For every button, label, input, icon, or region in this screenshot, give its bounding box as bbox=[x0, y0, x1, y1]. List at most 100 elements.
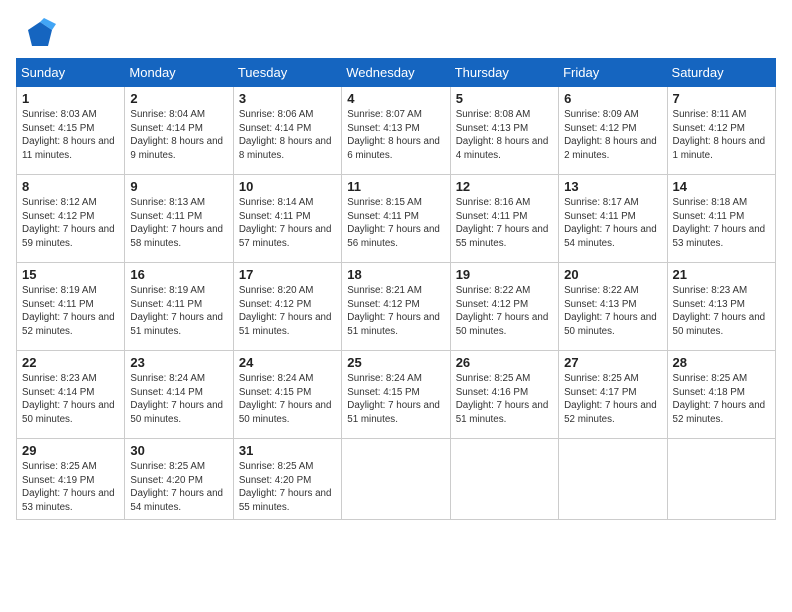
day-info: Sunrise: 8:07 AM Sunset: 4:13 PM Dayligh… bbox=[347, 108, 444, 163]
week-row-5: 29 Sunrise: 8:25 AM Sunset: 4:19 PM Dayl… bbox=[17, 439, 776, 520]
day-number: 21 bbox=[673, 267, 770, 282]
calendar-cell: 2 Sunrise: 8:04 AM Sunset: 4:14 PM Dayli… bbox=[125, 87, 233, 175]
day-info: Sunrise: 8:06 AM Sunset: 4:14 PM Dayligh… bbox=[239, 108, 336, 163]
day-info: Sunrise: 8:11 AM Sunset: 4:12 PM Dayligh… bbox=[673, 108, 770, 163]
calendar-cell: 11 Sunrise: 8:15 AM Sunset: 4:11 PM Dayl… bbox=[342, 175, 450, 263]
day-number: 17 bbox=[239, 267, 336, 282]
day-number: 5 bbox=[456, 91, 553, 106]
day-number: 13 bbox=[564, 179, 661, 194]
calendar-cell: 21 Sunrise: 8:23 AM Sunset: 4:13 PM Dayl… bbox=[667, 263, 775, 351]
day-number: 29 bbox=[22, 443, 119, 458]
day-number: 19 bbox=[456, 267, 553, 282]
day-number: 14 bbox=[673, 179, 770, 194]
day-info: Sunrise: 8:25 AM Sunset: 4:16 PM Dayligh… bbox=[456, 372, 553, 427]
logo-icon bbox=[24, 18, 56, 50]
week-row-1: 1 Sunrise: 8:03 AM Sunset: 4:15 PM Dayli… bbox=[17, 87, 776, 175]
day-info: Sunrise: 8:08 AM Sunset: 4:13 PM Dayligh… bbox=[456, 108, 553, 163]
weekday-header-row: SundayMondayTuesdayWednesdayThursdayFrid… bbox=[17, 59, 776, 87]
day-number: 23 bbox=[130, 355, 227, 370]
day-number: 1 bbox=[22, 91, 119, 106]
day-info: Sunrise: 8:22 AM Sunset: 4:12 PM Dayligh… bbox=[456, 284, 553, 339]
day-number: 24 bbox=[239, 355, 336, 370]
day-info: Sunrise: 8:09 AM Sunset: 4:12 PM Dayligh… bbox=[564, 108, 661, 163]
calendar-cell bbox=[450, 439, 558, 520]
calendar-cell: 19 Sunrise: 8:22 AM Sunset: 4:12 PM Dayl… bbox=[450, 263, 558, 351]
calendar-cell: 25 Sunrise: 8:24 AM Sunset: 4:15 PM Dayl… bbox=[342, 351, 450, 439]
day-info: Sunrise: 8:13 AM Sunset: 4:11 PM Dayligh… bbox=[130, 196, 227, 251]
weekday-thursday: Thursday bbox=[450, 59, 558, 87]
calendar-cell: 13 Sunrise: 8:17 AM Sunset: 4:11 PM Dayl… bbox=[559, 175, 667, 263]
calendar-cell: 1 Sunrise: 8:03 AM Sunset: 4:15 PM Dayli… bbox=[17, 87, 125, 175]
day-number: 3 bbox=[239, 91, 336, 106]
calendar-cell: 27 Sunrise: 8:25 AM Sunset: 4:17 PM Dayl… bbox=[559, 351, 667, 439]
day-info: Sunrise: 8:16 AM Sunset: 4:11 PM Dayligh… bbox=[456, 196, 553, 251]
day-info: Sunrise: 8:22 AM Sunset: 4:13 PM Dayligh… bbox=[564, 284, 661, 339]
day-info: Sunrise: 8:20 AM Sunset: 4:12 PM Dayligh… bbox=[239, 284, 336, 339]
day-number: 22 bbox=[22, 355, 119, 370]
day-number: 15 bbox=[22, 267, 119, 282]
day-number: 26 bbox=[456, 355, 553, 370]
day-info: Sunrise: 8:25 AM Sunset: 4:20 PM Dayligh… bbox=[130, 460, 227, 515]
calendar-cell: 17 Sunrise: 8:20 AM Sunset: 4:12 PM Dayl… bbox=[233, 263, 341, 351]
calendar-cell: 15 Sunrise: 8:19 AM Sunset: 4:11 PM Dayl… bbox=[17, 263, 125, 351]
day-number: 4 bbox=[347, 91, 444, 106]
calendar-cell: 9 Sunrise: 8:13 AM Sunset: 4:11 PM Dayli… bbox=[125, 175, 233, 263]
calendar-cell bbox=[342, 439, 450, 520]
day-info: Sunrise: 8:24 AM Sunset: 4:15 PM Dayligh… bbox=[347, 372, 444, 427]
logo bbox=[20, 18, 56, 50]
weekday-tuesday: Tuesday bbox=[233, 59, 341, 87]
calendar-cell: 24 Sunrise: 8:24 AM Sunset: 4:15 PM Dayl… bbox=[233, 351, 341, 439]
day-info: Sunrise: 8:23 AM Sunset: 4:13 PM Dayligh… bbox=[673, 284, 770, 339]
day-number: 18 bbox=[347, 267, 444, 282]
day-info: Sunrise: 8:25 AM Sunset: 4:18 PM Dayligh… bbox=[673, 372, 770, 427]
calendar-cell: 16 Sunrise: 8:19 AM Sunset: 4:11 PM Dayl… bbox=[125, 263, 233, 351]
weekday-sunday: Sunday bbox=[17, 59, 125, 87]
calendar-cell: 23 Sunrise: 8:24 AM Sunset: 4:14 PM Dayl… bbox=[125, 351, 233, 439]
day-info: Sunrise: 8:03 AM Sunset: 4:15 PM Dayligh… bbox=[22, 108, 119, 163]
calendar-cell: 22 Sunrise: 8:23 AM Sunset: 4:14 PM Dayl… bbox=[17, 351, 125, 439]
day-number: 25 bbox=[347, 355, 444, 370]
week-row-2: 8 Sunrise: 8:12 AM Sunset: 4:12 PM Dayli… bbox=[17, 175, 776, 263]
calendar-cell bbox=[667, 439, 775, 520]
week-row-3: 15 Sunrise: 8:19 AM Sunset: 4:11 PM Dayl… bbox=[17, 263, 776, 351]
day-info: Sunrise: 8:17 AM Sunset: 4:11 PM Dayligh… bbox=[564, 196, 661, 251]
day-info: Sunrise: 8:18 AM Sunset: 4:11 PM Dayligh… bbox=[673, 196, 770, 251]
calendar-cell: 12 Sunrise: 8:16 AM Sunset: 4:11 PM Dayl… bbox=[450, 175, 558, 263]
header bbox=[0, 0, 792, 58]
calendar-cell: 8 Sunrise: 8:12 AM Sunset: 4:12 PM Dayli… bbox=[17, 175, 125, 263]
day-info: Sunrise: 8:14 AM Sunset: 4:11 PM Dayligh… bbox=[239, 196, 336, 251]
day-info: Sunrise: 8:25 AM Sunset: 4:20 PM Dayligh… bbox=[239, 460, 336, 515]
calendar-cell bbox=[559, 439, 667, 520]
weekday-monday: Monday bbox=[125, 59, 233, 87]
day-info: Sunrise: 8:25 AM Sunset: 4:19 PM Dayligh… bbox=[22, 460, 119, 515]
page: SundayMondayTuesdayWednesdayThursdayFrid… bbox=[0, 0, 792, 612]
day-number: 11 bbox=[347, 179, 444, 194]
day-info: Sunrise: 8:15 AM Sunset: 4:11 PM Dayligh… bbox=[347, 196, 444, 251]
day-info: Sunrise: 8:19 AM Sunset: 4:11 PM Dayligh… bbox=[130, 284, 227, 339]
day-number: 27 bbox=[564, 355, 661, 370]
day-number: 20 bbox=[564, 267, 661, 282]
day-number: 6 bbox=[564, 91, 661, 106]
weekday-saturday: Saturday bbox=[667, 59, 775, 87]
calendar-cell: 10 Sunrise: 8:14 AM Sunset: 4:11 PM Dayl… bbox=[233, 175, 341, 263]
day-number: 8 bbox=[22, 179, 119, 194]
calendar-cell: 3 Sunrise: 8:06 AM Sunset: 4:14 PM Dayli… bbox=[233, 87, 341, 175]
day-info: Sunrise: 8:04 AM Sunset: 4:14 PM Dayligh… bbox=[130, 108, 227, 163]
weekday-wednesday: Wednesday bbox=[342, 59, 450, 87]
day-number: 7 bbox=[673, 91, 770, 106]
day-info: Sunrise: 8:24 AM Sunset: 4:14 PM Dayligh… bbox=[130, 372, 227, 427]
calendar-cell: 5 Sunrise: 8:08 AM Sunset: 4:13 PM Dayli… bbox=[450, 87, 558, 175]
calendar-cell: 20 Sunrise: 8:22 AM Sunset: 4:13 PM Dayl… bbox=[559, 263, 667, 351]
day-number: 31 bbox=[239, 443, 336, 458]
calendar-table: SundayMondayTuesdayWednesdayThursdayFrid… bbox=[16, 58, 776, 520]
day-number: 16 bbox=[130, 267, 227, 282]
day-info: Sunrise: 8:25 AM Sunset: 4:17 PM Dayligh… bbox=[564, 372, 661, 427]
day-info: Sunrise: 8:23 AM Sunset: 4:14 PM Dayligh… bbox=[22, 372, 119, 427]
calendar-cell: 4 Sunrise: 8:07 AM Sunset: 4:13 PM Dayli… bbox=[342, 87, 450, 175]
weekday-friday: Friday bbox=[559, 59, 667, 87]
calendar-cell: 28 Sunrise: 8:25 AM Sunset: 4:18 PM Dayl… bbox=[667, 351, 775, 439]
calendar-cell: 14 Sunrise: 8:18 AM Sunset: 4:11 PM Dayl… bbox=[667, 175, 775, 263]
day-number: 2 bbox=[130, 91, 227, 106]
calendar-cell: 29 Sunrise: 8:25 AM Sunset: 4:19 PM Dayl… bbox=[17, 439, 125, 520]
calendar-cell: 18 Sunrise: 8:21 AM Sunset: 4:12 PM Dayl… bbox=[342, 263, 450, 351]
